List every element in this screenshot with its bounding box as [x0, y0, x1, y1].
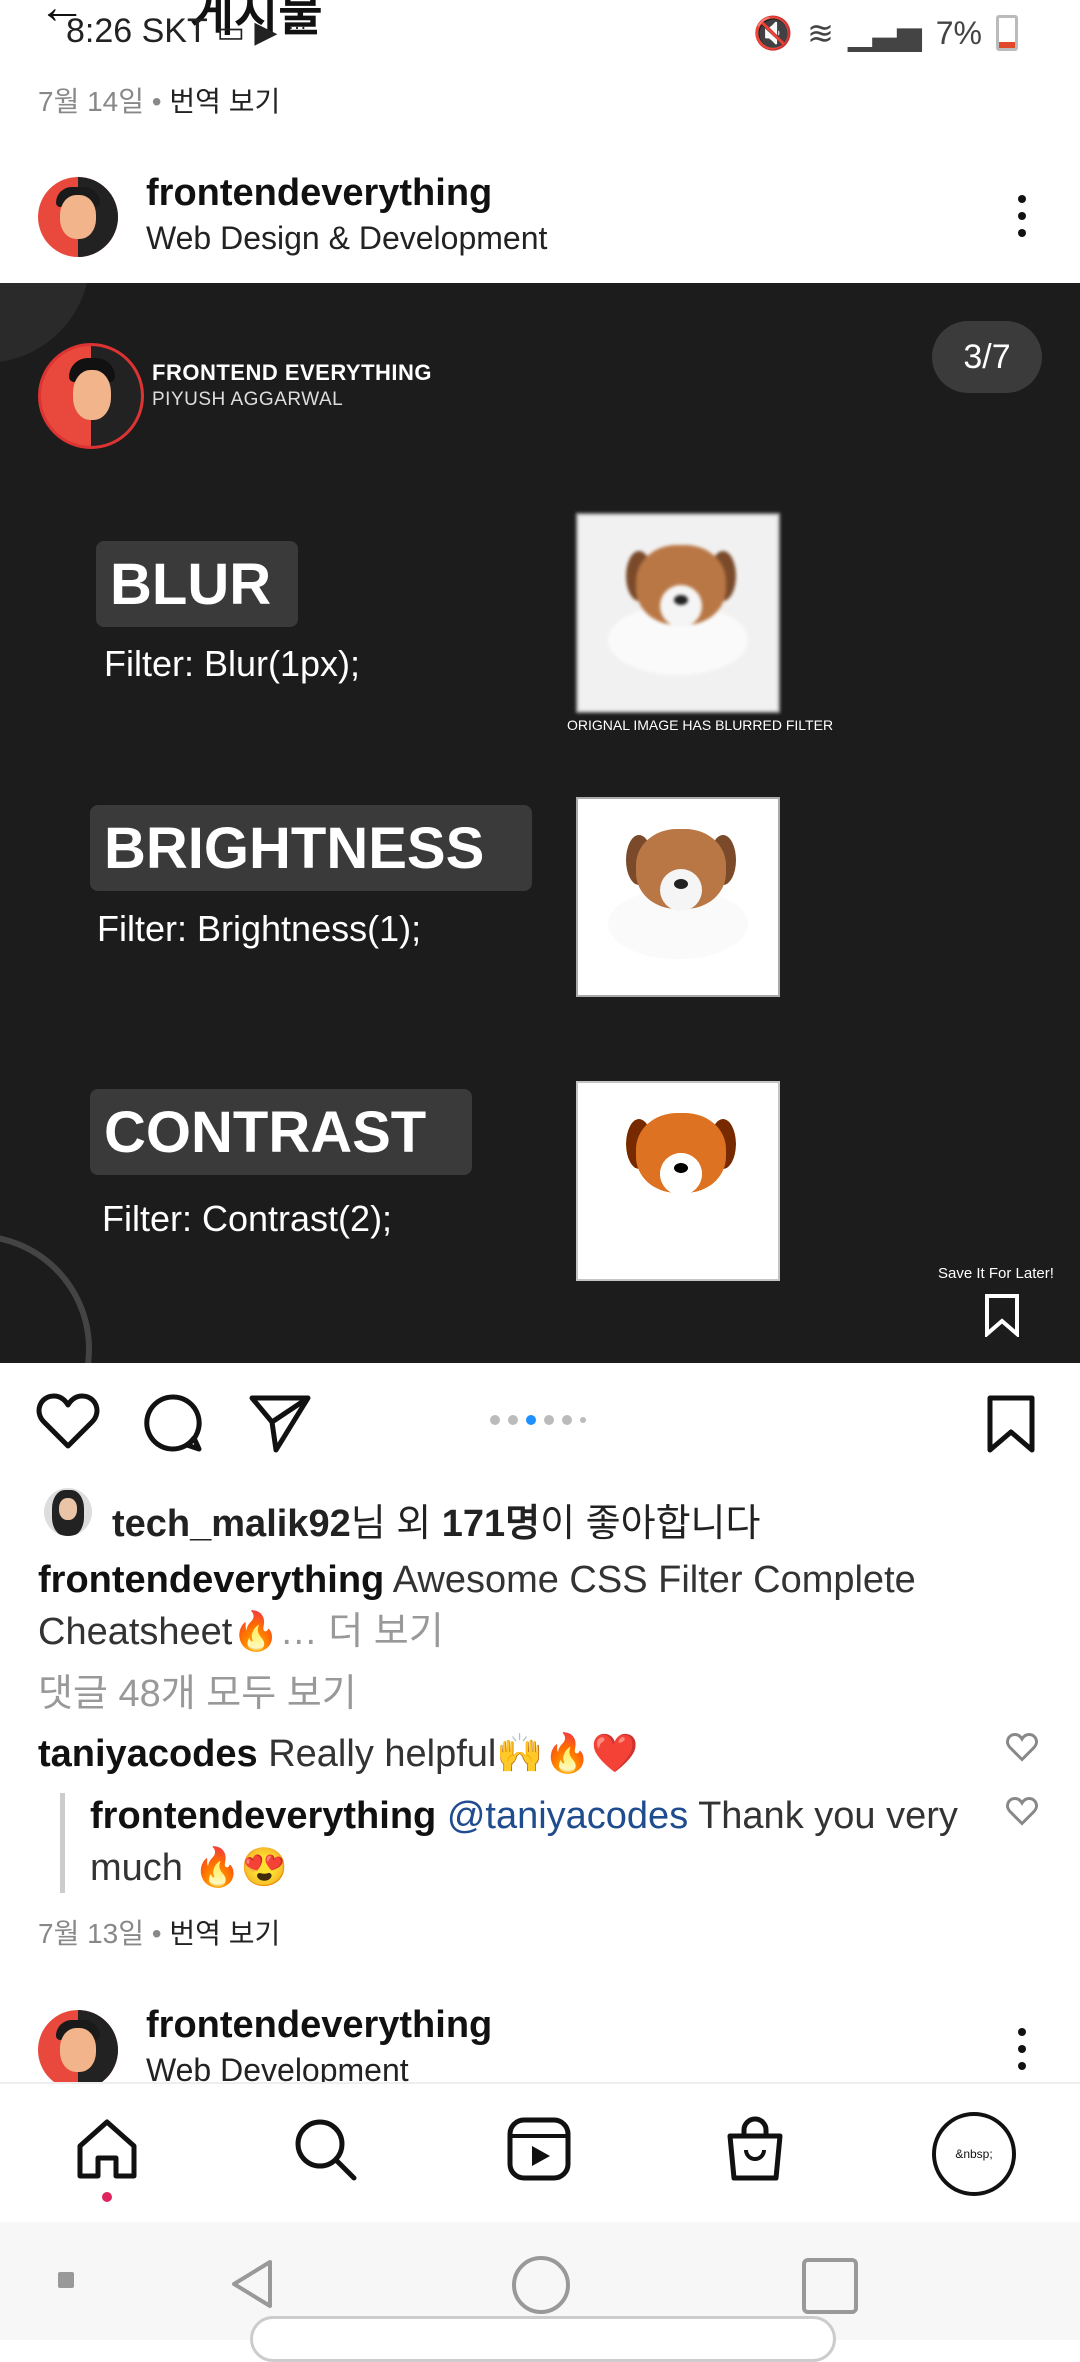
post-date: 7월 13일: [38, 1918, 145, 1949]
save-later-text: Save It For Later!: [938, 1265, 1054, 1282]
bottom-navigation: &nbsp;: [0, 2082, 1080, 2224]
more-options-icon[interactable]: [1018, 195, 1026, 246]
comment-1-user[interactable]: taniyacodes: [38, 1733, 258, 1775]
post-username[interactable]: frontendeverything: [146, 172, 492, 215]
message-icon: ▭: [216, 16, 245, 49]
battery-icon: [996, 15, 1018, 51]
share-icon[interactable]: [248, 1392, 312, 1454]
home-active-dot: [102, 2192, 112, 2202]
search-icon[interactable]: [290, 2114, 360, 2184]
post-carousel-image[interactable]: FRONTEND EVERYTHING PIYUSH AGGARWAL 3/7 …: [0, 283, 1080, 1363]
next-post-username[interactable]: frontendeverything: [146, 2004, 492, 2047]
signal-icon: ▁▃▅: [847, 15, 922, 51]
comment-1-like-icon[interactable]: [1006, 1732, 1038, 1762]
view-all-comments-link[interactable]: 댓글 48개 모두 보기: [38, 1668, 357, 1720]
fire-emoji: 🔥: [232, 1611, 280, 1653]
home-button-icon[interactable]: [512, 2256, 570, 2314]
recent-dot-icon: [58, 2272, 74, 2288]
battery-percent: 7%: [935, 14, 982, 51]
comment-1-text: Really helpful: [268, 1733, 497, 1775]
profile-tab[interactable]: &nbsp;: [932, 2112, 1016, 2196]
next-post-avatar[interactable]: [38, 2010, 118, 2090]
brand-avatar: [38, 343, 144, 449]
puppy-image-blur: [576, 513, 780, 713]
blur-caption: ORIGNAL IMAGE HAS BLURRED FILTER: [567, 717, 834, 733]
puppy-image-contrast: [576, 1081, 780, 1281]
carousel-indicator: [490, 1415, 586, 1425]
liker-avatar[interactable]: [44, 1488, 92, 1536]
post-subtitle: Web Design & Development: [146, 220, 548, 256]
back-icon[interactable]: [226, 2256, 276, 2312]
next-post-more-options-icon[interactable]: [1018, 2028, 1026, 2079]
comment-icon[interactable]: [142, 1392, 204, 1454]
filter-code-brightness: Filter: Brightness(1);: [97, 908, 422, 949]
previous-post-meta: 7월 14일 • 번역 보기: [38, 86, 281, 117]
post-date: 7월 14일: [38, 86, 145, 117]
decor-ring: [0, 1233, 92, 1363]
mute-icon: 🔇: [753, 15, 794, 51]
likes-summary[interactable]: tech_malik92님 외 171명이 좋아합니다: [112, 1492, 760, 1547]
post-meta: 7월 13일 • 번역 보기: [38, 1918, 281, 1949]
post-caption: frontendeverything Awesome CSS Filter Co…: [38, 1559, 916, 1653]
comment-2-mention[interactable]: @taniyacodes: [447, 1795, 688, 1837]
filter-label-contrast: CONTRAST: [90, 1089, 472, 1175]
puppy-image-brightness: [576, 797, 780, 997]
status-icons: 🔇 ≋ ▁▃▅ 7%: [753, 14, 1018, 52]
comment-2-user[interactable]: frontendeverything: [90, 1795, 436, 1837]
bookmark-icon[interactable]: [986, 1394, 1036, 1454]
avatar[interactable]: [38, 177, 118, 257]
reels-icon[interactable]: [504, 2114, 574, 2184]
filter-label-blur: BLUR: [96, 541, 298, 627]
translate-link[interactable]: 번역 보기: [169, 1918, 280, 1949]
slide-bookmark-icon: [985, 1294, 1019, 1337]
filter-code-blur: Filter: Blur(1px);: [104, 643, 361, 684]
brand-author: PIYUSH AGGARWAL: [152, 389, 344, 410]
wifi-icon: ≋: [807, 15, 834, 51]
filter-code-contrast: Filter: Contrast(2);: [102, 1198, 393, 1239]
comment-2: frontendeverything @taniyacodes Thank yo…: [90, 1790, 990, 1894]
comment-2-like-icon[interactable]: [1006, 1796, 1038, 1826]
play-store-icon: ▶: [254, 16, 278, 49]
filter-label-brightness: BRIGHTNESS: [90, 805, 532, 891]
brand-name: FRONTEND EVERYTHING: [152, 360, 433, 385]
status-time: 8:26 SKT ▭ ▶ …: [66, 12, 307, 50]
gesture-pill: [250, 2316, 836, 2362]
carousel-counter: 3/7: [932, 321, 1042, 393]
see-more-link[interactable]: … 더 보기: [280, 1611, 444, 1653]
emoji-icons: 🙌🔥❤️: [496, 1733, 639, 1775]
emoji-icons: 🔥😍: [193, 1847, 289, 1889]
more-notifications: …: [286, 12, 307, 34]
like-heart-icon[interactable]: [36, 1392, 100, 1450]
recents-icon[interactable]: [802, 2258, 858, 2314]
shop-icon[interactable]: [720, 2114, 790, 2184]
comment-1: taniyacodes Really helpful🙌🔥❤️: [38, 1728, 638, 1780]
home-icon[interactable]: [72, 2114, 142, 2184]
translate-link[interactable]: 번역 보기: [169, 86, 280, 117]
reply-thread-line: [60, 1793, 65, 1893]
